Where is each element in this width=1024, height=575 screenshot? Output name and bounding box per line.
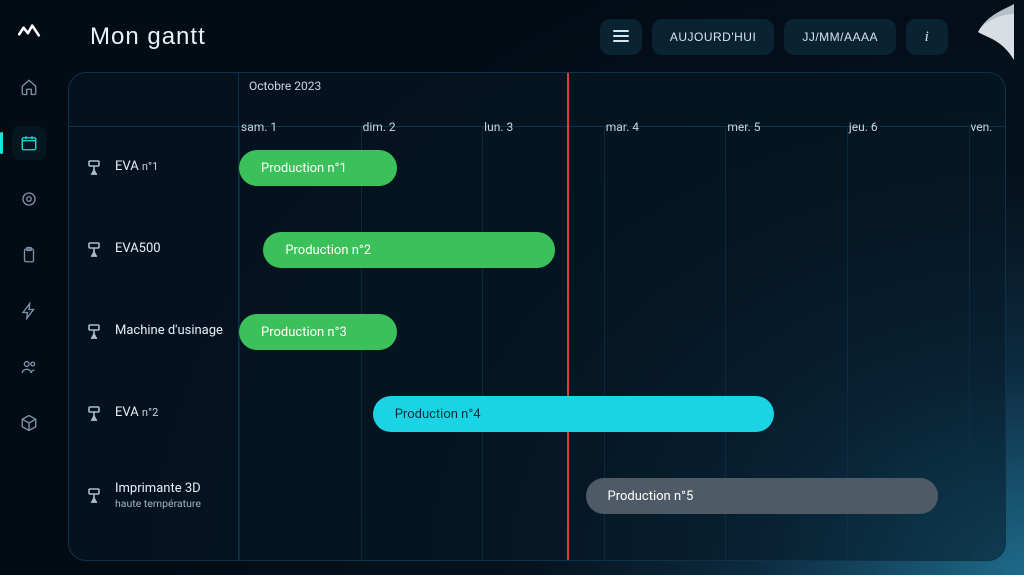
sidebar-item-users[interactable] <box>12 350 46 384</box>
machine-label: EVA n°1 <box>115 159 158 175</box>
sidebar-item-bolt[interactable] <box>12 294 46 328</box>
gantt-bar[interactable]: Production n°2 <box>263 232 555 268</box>
machine-icon <box>85 487 103 505</box>
main-area: Mon gantt AUJOURD'HUI JJ/MM/AAAA i Octob… <box>58 0 1024 575</box>
machine-icon <box>85 405 103 423</box>
machine-label: EVA n°2 <box>115 405 158 421</box>
machine-icon <box>85 159 103 177</box>
today-indicator-line <box>567 73 569 127</box>
gantt-bar[interactable]: Production n°4 <box>373 396 774 432</box>
info-button[interactable]: i <box>906 19 948 55</box>
gantt-bar[interactable]: Production n°5 <box>586 478 939 514</box>
machine-row: Machine d'usinage <box>69 291 238 373</box>
menu-button[interactable] <box>600 19 642 55</box>
machine-icon <box>85 241 103 259</box>
machine-row: EVA n°2 <box>69 373 238 455</box>
page-title: Mon gantt <box>90 23 206 51</box>
menu-icon <box>612 29 630 46</box>
info-icon: i <box>925 29 930 46</box>
sidebar-item-clipboard[interactable] <box>12 238 46 272</box>
machine-icon <box>85 323 103 341</box>
sidebar-item-calendar[interactable] <box>12 126 46 160</box>
machine-row: EVA n°1 <box>69 127 238 209</box>
month-label: Octobre 2023 <box>249 79 321 93</box>
today-indicator-line <box>567 127 569 560</box>
sidebar-item-home[interactable] <box>12 70 46 104</box>
machine-label: Imprimante 3Dhaute température <box>115 481 201 510</box>
gantt-bar[interactable]: Production n°1 <box>239 150 397 186</box>
date-format-button[interactable]: JJ/MM/AAAA <box>784 19 896 55</box>
today-button[interactable]: AUJOURD'HUI <box>652 19 774 55</box>
gantt-panel: Octobre 2023 sam. 1dim. 2lun. 3mar. 4mer… <box>68 72 1006 561</box>
machine-label: EVA500 <box>115 241 161 257</box>
machine-label: Machine d'usinage <box>115 323 223 339</box>
gantt-bar[interactable]: Production n°3 <box>239 314 397 350</box>
machine-row: Imprimante 3Dhaute température <box>69 455 238 537</box>
page-curl-icon <box>958 4 1014 60</box>
sidebar <box>0 0 58 575</box>
machine-row: EVA500 <box>69 209 238 291</box>
header-bar: Mon gantt AUJOURD'HUI JJ/MM/AAAA i <box>68 14 1006 60</box>
sidebar-item-cube[interactable] <box>12 406 46 440</box>
gantt-header: Octobre 2023 sam. 1dim. 2lun. 3mar. 4mer… <box>69 73 1005 127</box>
app-logo <box>16 18 42 48</box>
sidebar-item-target[interactable] <box>12 182 46 216</box>
